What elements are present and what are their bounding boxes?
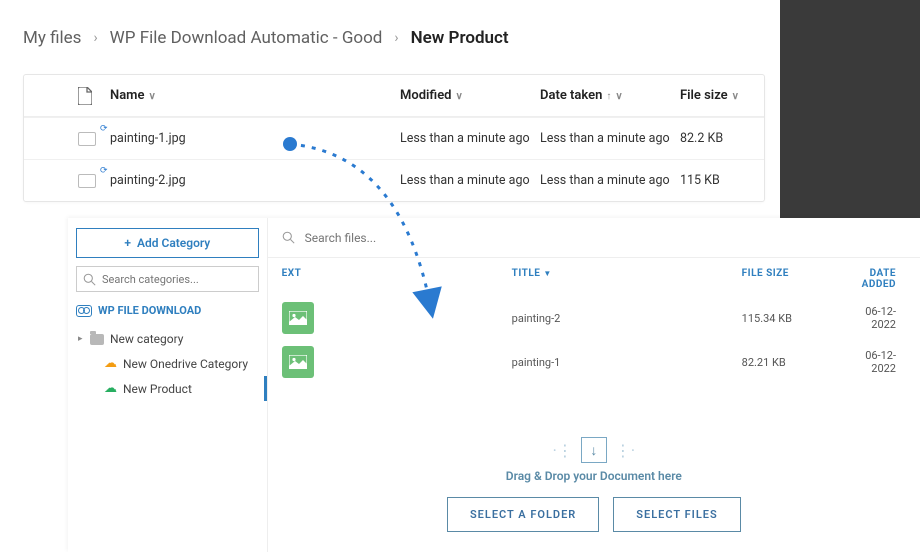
column-ext[interactable]: EXT: [282, 268, 512, 290]
jpg-badge-icon: [282, 302, 314, 334]
file-date: 06-12-2022: [862, 349, 906, 375]
expand-icon[interactable]: ▸: [78, 334, 83, 344]
chevron-down-icon: ∨: [456, 91, 463, 102]
search-categories-input[interactable]: [76, 266, 259, 292]
file-date-taken: Less than a minute ago: [540, 173, 680, 188]
table-row[interactable]: painting-1.jpg Less than a minute ago Le…: [24, 117, 764, 159]
jpg-badge-icon: [282, 346, 314, 378]
upload-icon: ·⋮ ↓ ⋮·: [288, 437, 900, 463]
wp-file-download-panel: + Add Category WP FILE DOWNLOAD ▸ New ca…: [68, 218, 920, 552]
breadcrumb: My files › WP File Download Automatic - …: [23, 28, 765, 48]
search-icon: [282, 231, 295, 244]
cloud-icon: ☁: [104, 381, 117, 396]
chevron-right-icon: ›: [93, 30, 97, 46]
brand-label: WP FILE DOWNLOAD: [76, 300, 259, 323]
chevron-down-icon: ∨: [615, 91, 622, 102]
dropzone[interactable]: ·⋮ ↓ ⋮· Drag & Drop your Document here S…: [268, 425, 920, 552]
column-name[interactable]: Name∨: [110, 88, 400, 103]
cloud-storage-panel: My files › WP File Download Automatic - …: [23, 28, 765, 202]
file-size: 82.2 KB: [680, 131, 770, 146]
image-thumbnail-icon: [78, 132, 96, 146]
add-category-button[interactable]: + Add Category: [76, 228, 259, 258]
background-panel: [780, 0, 920, 218]
column-date-added[interactable]: DATE ADDED: [862, 268, 906, 290]
file-title: painting-2: [512, 312, 742, 325]
cloud-icon: ☁: [104, 356, 117, 371]
column-modified[interactable]: Modified∨: [400, 88, 540, 103]
column-file-size[interactable]: File size∨: [680, 88, 770, 103]
file-modified: Less than a minute ago: [400, 131, 540, 146]
chevron-right-icon: ›: [394, 30, 398, 46]
file-row[interactable]: painting-1 82.21 KB 06-12-2022: [268, 340, 920, 384]
breadcrumb-current: New Product: [411, 28, 509, 48]
search-files-input[interactable]: [268, 218, 920, 258]
sidebar: + Add Category WP FILE DOWNLOAD ▸ New ca…: [68, 218, 268, 552]
breadcrumb-item[interactable]: WP File Download Automatic - Good: [110, 28, 383, 48]
dropzone-text: Drag & Drop your Document here: [288, 469, 900, 483]
table-row[interactable]: painting-2.jpg Less than a minute ago Le…: [24, 159, 764, 201]
file-title: painting-1: [512, 356, 742, 369]
file-date-taken: Less than a minute ago: [540, 131, 680, 146]
file-size: 115 KB: [680, 173, 770, 188]
select-files-button[interactable]: SELECT FILES: [613, 497, 740, 532]
chevron-down-icon: ∨: [732, 91, 739, 102]
column-title[interactable]: TITLE▼: [512, 268, 742, 290]
file-size: 115.34 KB: [742, 312, 862, 325]
image-thumbnail-icon: [78, 174, 96, 188]
tree-item-onedrive[interactable]: ☁ New Onedrive Category: [76, 351, 259, 376]
category-tree: ▸ New category ☁ New Onedrive Category ☁…: [76, 323, 259, 401]
select-folder-button[interactable]: SELECT A FOLDER: [447, 497, 599, 532]
file-modified: Less than a minute ago: [400, 173, 540, 188]
file-row[interactable]: painting-2 115.34 KB 06-12-2022: [268, 296, 920, 340]
column-date-taken[interactable]: Date taken↑∨: [540, 88, 680, 103]
tree-item-new-category[interactable]: ▸ New category: [76, 327, 259, 351]
file-type-icon[interactable]: [78, 87, 110, 105]
column-size[interactable]: FILE SIZE: [742, 268, 862, 290]
chevron-down-icon: ∨: [148, 91, 155, 102]
table-header: Name∨ Modified∨ Date taken↑∨ File size∨: [24, 75, 764, 117]
file-date: 06-12-2022: [862, 305, 906, 331]
tree-item-new-product[interactable]: ☁ New Product: [76, 376, 259, 401]
plus-icon: +: [124, 236, 131, 250]
main-area: EXT TITLE▼ FILE SIZE DATE ADDED painting…: [268, 218, 920, 552]
breadcrumb-item[interactable]: My files: [23, 28, 81, 48]
search-icon: [83, 273, 96, 286]
file-table: Name∨ Modified∨ Date taken↑∨ File size∨ …: [23, 74, 765, 202]
file-name[interactable]: painting-1.jpg: [110, 131, 400, 146]
file-grid-header: EXT TITLE▼ FILE SIZE DATE ADDED: [268, 258, 920, 296]
brand-icon: [76, 305, 92, 317]
file-name[interactable]: painting-2.jpg: [110, 173, 400, 188]
arrow-up-icon: ↑: [606, 91, 611, 102]
sort-icon: ▼: [543, 269, 551, 278]
folder-icon: [90, 334, 104, 345]
file-size: 82.21 KB: [742, 356, 862, 369]
